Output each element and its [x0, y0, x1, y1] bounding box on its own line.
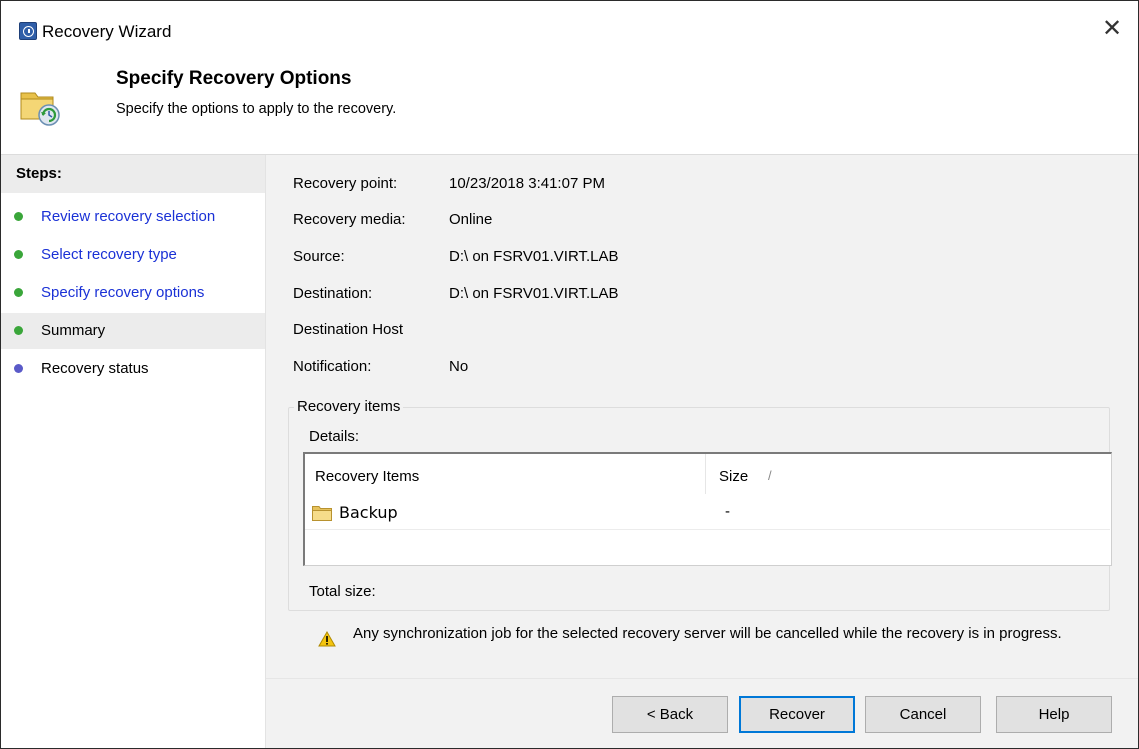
button-bar: < Back Recover Cancel Help — [266, 678, 1138, 748]
source-value: D:\ on FSRV01.VIRT.LAB — [449, 248, 619, 265]
window-title: Recovery Wizard — [42, 22, 172, 41]
main-content: Recovery point: 10/23/2018 3:41:07 PM Re… — [266, 155, 1138, 748]
table-row[interactable]: Backup - — [305, 495, 1110, 530]
recovery-items-list[interactable]: Recovery Items Size / Backup - — [303, 452, 1112, 566]
backup-app-icon — [19, 22, 37, 40]
recovery-media-value: Online — [449, 211, 493, 228]
folder-recovery-icon — [20, 92, 60, 126]
step-label: Specify recovery options — [41, 284, 205, 301]
step-completed-icon — [14, 250, 23, 259]
destination-value: D:\ on FSRV01.VIRT.LAB — [449, 285, 619, 302]
step-pending-icon — [14, 364, 23, 373]
step-completed-icon — [14, 212, 23, 221]
page-title: Specify Recovery Options — [116, 68, 352, 89]
help-button[interactable]: Help — [996, 696, 1112, 733]
back-button[interactable]: < Back — [612, 696, 728, 733]
folder-icon — [312, 506, 332, 521]
page-subtitle: Specify the options to apply to the reco… — [116, 101, 397, 117]
recover-button[interactable]: Recover — [739, 696, 855, 733]
destination-label: Destination: — [293, 285, 373, 302]
steps-panel: Steps: Review recovery selection Select … — [1, 155, 266, 748]
warning-icon — [318, 631, 336, 647]
recovery-item-size: - — [725, 503, 730, 520]
wizard-header: Specify Recovery Options Specify the opt… — [1, 45, 1138, 155]
sort-indicator-icon: / — [768, 468, 772, 483]
recovery-items-group-label: Recovery items — [294, 398, 404, 415]
recovery-wizard-window: Recovery Wizard ✕ Specify Recovery Optio… — [0, 0, 1139, 749]
notification-label: Notification: — [293, 358, 372, 375]
steps-heading: Steps: — [1, 155, 265, 193]
total-size-label: Total size: — [309, 583, 376, 600]
cancel-button[interactable]: Cancel — [865, 696, 981, 733]
source-label: Source: — [293, 248, 345, 265]
destination-host-label: Destination Host — [293, 321, 404, 338]
step-label: Summary — [41, 322, 106, 339]
close-button[interactable]: ✕ — [1098, 15, 1126, 43]
step-current-icon — [14, 326, 23, 335]
recovery-point-value: 10/23/2018 3:41:07 PM — [449, 175, 605, 192]
step-summary: Summary — [1, 313, 265, 349]
step-label: Review recovery selection — [41, 208, 216, 225]
step-recovery-status: Recovery status — [1, 351, 265, 387]
recovery-point-label: Recovery point: — [293, 175, 398, 192]
step-label: Select recovery type — [41, 246, 177, 263]
title-bar: Recovery Wizard ✕ — [1, 1, 1138, 45]
recovery-item-name: Backup — [339, 503, 398, 522]
column-header-recovery-items[interactable]: Recovery Items — [315, 468, 419, 485]
details-label: Details: — [309, 428, 360, 445]
column-header-size[interactable]: Size — [719, 468, 748, 485]
notification-value: No — [449, 358, 469, 375]
step-completed-icon — [14, 288, 23, 297]
step-specify-recovery-options[interactable]: Specify recovery options — [1, 275, 265, 311]
warning-message: Any synchronization job for the selected… — [353, 625, 1062, 642]
step-label: Recovery status — [41, 360, 149, 377]
step-review-recovery-selection[interactable]: Review recovery selection — [1, 199, 265, 235]
column-separator[interactable] — [705, 454, 706, 494]
step-select-recovery-type[interactable]: Select recovery type — [1, 237, 265, 273]
recovery-media-label: Recovery media: — [293, 211, 406, 228]
